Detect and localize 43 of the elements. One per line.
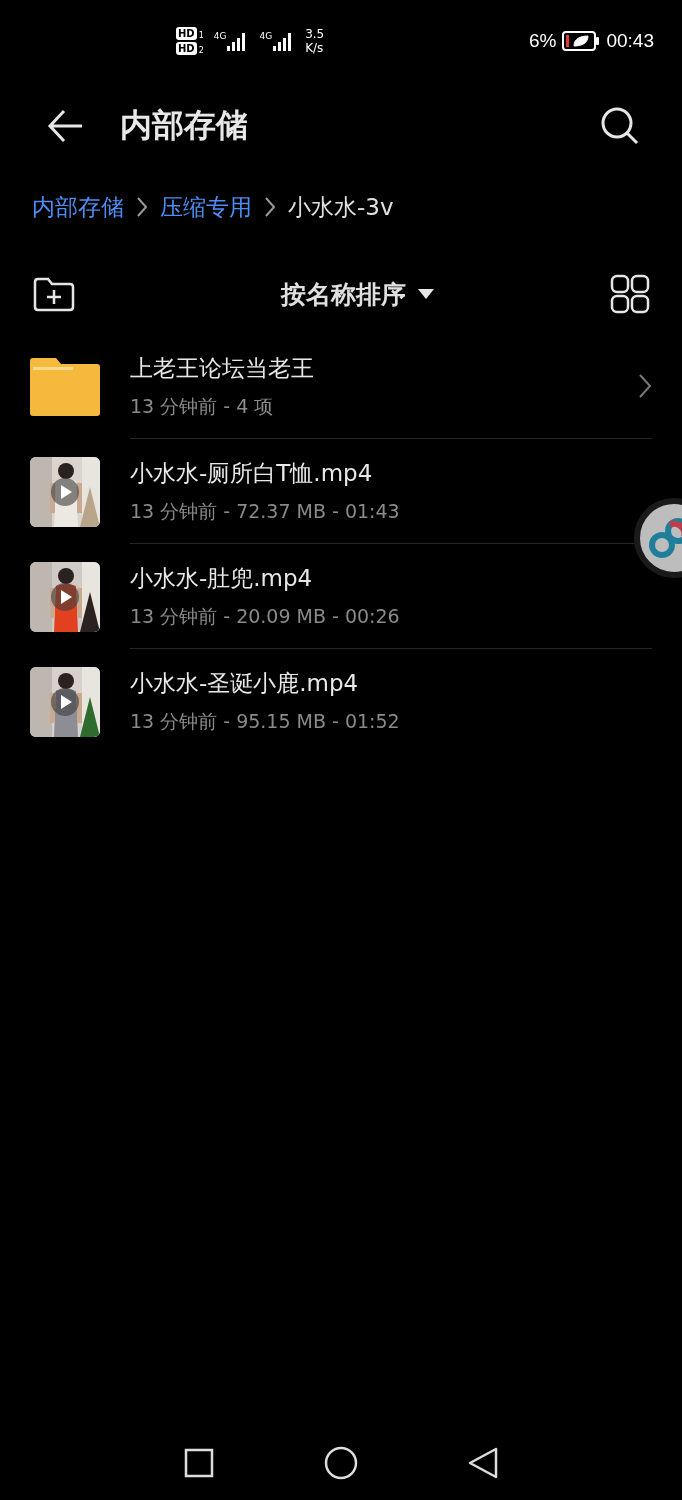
speed-unit: K/s	[305, 41, 325, 55]
file-details: 13 分钟前 - 72.37 MB - 01:43	[130, 498, 400, 524]
file-row[interactable]: 小水水-圣诞小鹿.mp4 13 分钟前 - 95.15 MB - 01:52	[0, 649, 682, 754]
sim-slot: 1	[198, 31, 204, 40]
hd-badge: HD	[176, 27, 197, 40]
grid-view-button[interactable]	[610, 274, 650, 314]
new-folder-button[interactable]	[32, 276, 76, 312]
speed-value: 3.5	[305, 27, 325, 41]
caret-icon	[417, 289, 434, 299]
page-title: 内部存储	[120, 105, 249, 146]
clock: 00:43	[606, 30, 654, 52]
file-name: 上老王论坛当老王	[130, 353, 314, 383]
battery-percent: 6%	[529, 30, 557, 52]
sim-slot: 2	[198, 46, 204, 55]
network-type: 4G	[259, 31, 273, 41]
search-button[interactable]	[600, 106, 640, 146]
battery-icon	[562, 31, 601, 51]
file-row[interactable]: 小水水-肚兜.mp4 13 分钟前 - 20.09 MB - 00:26	[0, 544, 682, 649]
breadcrumb[interactable]: 压缩专用	[160, 191, 252, 223]
play-icon	[51, 582, 79, 611]
file-details: 13 分钟前 - 20.09 MB - 00:26	[130, 603, 400, 629]
chevron-icon	[264, 196, 276, 218]
sort-dropdown[interactable]: 按名称排序	[276, 273, 438, 315]
breadcrumb[interactable]: 内部存储	[32, 191, 124, 223]
file-name: 小水水-厕所白T恤.mp4	[130, 458, 374, 488]
home-button[interactable]	[324, 1446, 358, 1480]
loop-icon	[646, 515, 682, 561]
folder-icon	[30, 356, 100, 417]
play-icon	[51, 687, 79, 716]
file-name: 小水水-圣诞小鹿.mp4	[130, 669, 360, 698]
file-row[interactable]: 小水水-厕所白T恤.mp4 13 分钟前 - 72.37 MB - 01:43	[0, 439, 682, 544]
hd-badge: HD	[176, 42, 197, 55]
file-details: 13 分钟前 - 95.15 MB - 01:52	[130, 709, 400, 734]
breadcrumb[interactable]: 小水水-3v	[288, 191, 394, 223]
file-name: 小水水-肚兜.mp4	[130, 563, 314, 593]
chevron-icon	[638, 373, 652, 399]
chevron-icon	[136, 196, 148, 218]
recent-apps-button[interactable]	[184, 1448, 214, 1478]
play-icon	[51, 477, 79, 506]
file-row[interactable]: 上老王论坛当老王 13 分钟前 - 4 项	[0, 334, 682, 439]
network-type: 4G	[213, 31, 227, 41]
file-details: 13 分钟前 - 4 项	[130, 393, 275, 419]
back-nav-button[interactable]	[468, 1447, 498, 1479]
